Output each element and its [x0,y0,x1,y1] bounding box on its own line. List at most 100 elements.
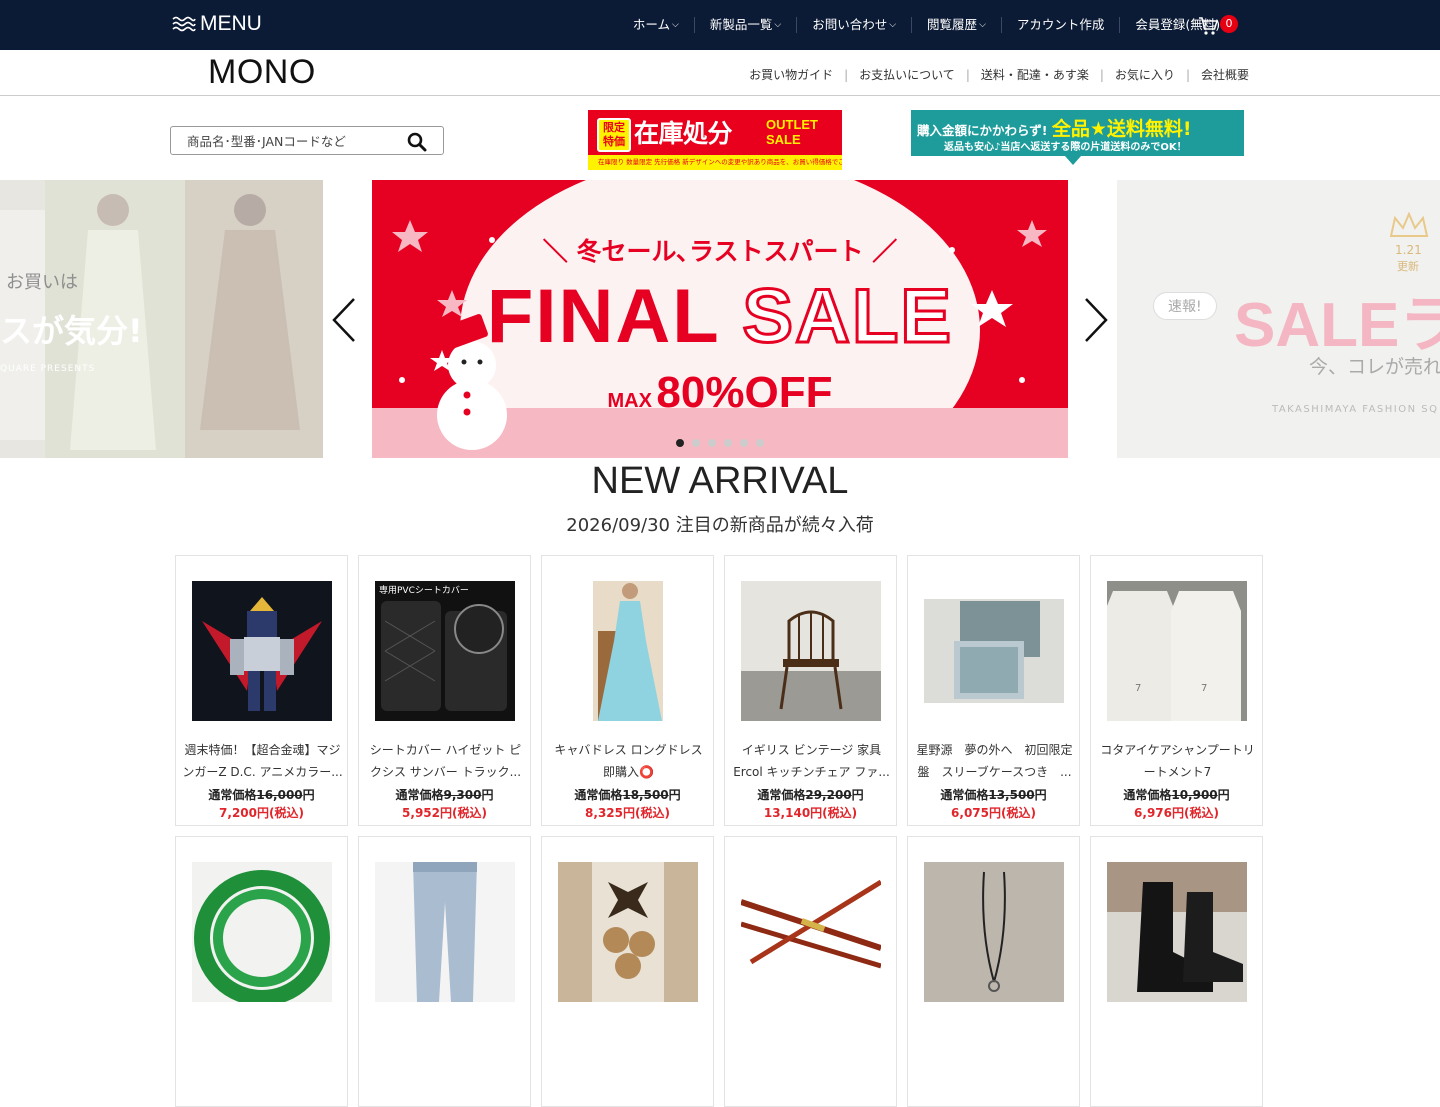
crown-icon [1389,211,1429,242]
product-image-boots[interactable] [1107,862,1247,1002]
product-card[interactable]: 星野源 夢の外へ 初回限定盤 スリーブケースつき ... 通常価格13,500円… [907,555,1080,826]
product-name[interactable]: イギリス ビンテージ 家具 Ercol キッチンチェア ファ... [731,739,892,783]
outlet-strip-text: 在庫限り 数量限定 先行価格 新デザインへの変更や訳あり商品を、お買い得価格でご… [588,155,842,170]
section-subtitle: 2026/09/30 注目の新商品が続々入荷 [566,515,874,536]
product-image-seatcover[interactable]: 専用PVCシートカバー [375,581,515,721]
regular-price: 通常価格18,500円 [542,786,713,803]
regular-price-label: 通常価格 [574,788,623,802]
regular-price-value: 16,000 [256,788,303,802]
free-shipping-sub: 返品も安心♪当店へ返送する際の片道送料のみでOK！ [944,142,1187,153]
sale-price: 7,200円(税込) [219,806,304,820]
product-image-shampoo[interactable]: 77 [1107,581,1247,721]
chevron-down-icon: ⌵ [774,20,782,30]
top-navbar: MENU ホーム ⌵ 新製品一覧 ⌵ お問い合わせ ⌵ 閲覧履歴 ⌵ アカウント作成 会… [0,0,1440,50]
outlet-sale-banner[interactable]: 限定特価 在庫処分 OUTLET SALE 在庫限り 数量限定 先行価格 新デザイ… [588,110,842,170]
product-image-fishing-rod[interactable] [741,862,881,1002]
product-image-robot[interactable] [192,581,332,721]
product-card[interactable]: キャバドレス ロングドレス 即購入⭕ 通常価格18,500円 8,325円(税込… [541,555,714,826]
product-name[interactable]: シートカバー ハイゼット ピクシス サンバー トラック... [365,739,526,783]
regular-price: 通常価格13,500円 [908,786,1079,803]
sale-price: 6,075円(税込) [951,806,1036,820]
product-card[interactable] [358,836,531,1107]
site-logo[interactable]: MONO [208,53,316,92]
menu-button[interactable]: MENU [172,12,262,36]
price-unit: 円 [302,788,315,802]
outlet-headline: 在庫処分 [634,119,733,148]
product-card[interactable] [175,836,348,1107]
carousel-dot[interactable] [692,439,700,447]
slide-final: FINAL [486,274,720,359]
link-shipping[interactable]: 送料・配達・あす楽 [970,66,1100,83]
carousel-dot[interactable] [708,439,716,447]
link-favorites[interactable]: お気に入り [1104,66,1186,83]
product-image-cd[interactable] [924,581,1064,721]
carousel-dot[interactable] [756,439,764,447]
carousel-dots [676,439,764,447]
nav-home[interactable]: ホーム ⌵ [618,17,695,33]
product-card[interactable]: 週末特価！【超合金魂】マジンガーZ D.C. アニメカラー... 通常価格16,… [175,555,348,826]
slide-next-brand: TAKASHIMAYA FASHION SQ [1272,404,1439,415]
product-image-dress[interactable] [558,581,698,721]
product-card[interactable] [907,836,1080,1107]
nav-contact[interactable]: お問い合わせ ⌵ [797,17,913,33]
sub-nav: お買い物ガイド | お支払いについて | 送料・配達・あす楽 | お気に入り | 会社概… [738,66,1260,83]
carousel-next-arrow[interactable] [1082,296,1110,344]
product-name[interactable]: コタアイケアシャンプートリートメント7 [1097,739,1258,783]
free-shipping-headline: 購入金額にかかわらず! 全品★送料無料! [917,114,1192,141]
outlet-label: OUTLET [766,117,818,132]
product-image-jeans[interactable] [375,862,515,1002]
nav-history[interactable]: 閲覧履歴 ⌵ [912,17,1002,33]
product-card[interactable] [541,836,714,1107]
sale-price: 13,140円(税込) [763,806,858,820]
top-nav-menu: ホーム ⌵ 新製品一覧 ⌵ お問い合わせ ⌵ 閲覧履歴 ⌵ アカウント作成 会員登録(無… [618,0,1244,50]
slide-next-sub: 今、コレが売れて [1309,356,1440,378]
regular-price-label: 通常価格 [757,788,806,802]
price-unit: 円 [481,788,494,802]
product-card[interactable]: イギリス ビンテージ 家具 Ercol キッチンチェア ファ... 通常価格29… [724,555,897,826]
cart-button[interactable]: 0 [1198,14,1240,38]
carousel-slide-next[interactable]: 1.21 更新 速報! SALEラ 今、コレが売れて TAKASHIMAYA F… [1117,180,1440,458]
product-image-green-wire[interactable] [192,862,332,1002]
slide-prev-text-3: QUARE PRESENTS [0,364,96,374]
chevron-down-icon: ⌵ [979,20,986,30]
search-box [170,126,444,155]
link-company[interactable]: 会社概要 [1190,66,1260,83]
link-payment[interactable]: お支払いについて [848,66,966,83]
product-image-necklace[interactable] [924,862,1064,1002]
nav-create-account-label: アカウント作成 [1016,17,1105,32]
regular-price-value: 10,900 [1171,788,1218,802]
carousel-slide-active[interactable]: ＼ 冬セール､ラストスパート ／ FINAL SALE MAX 80%OFF [372,180,1068,458]
product-name[interactable]: 週末特価！【超合金魂】マジンガーZ D.C. アニメカラー... [182,739,343,783]
regular-price: 通常価格10,900円 [1091,786,1262,803]
product-card[interactable]: 77 コタアイケアシャンプートリートメント7 通常価格10,900円 6,976… [1090,555,1263,826]
carousel-dot[interactable] [740,439,748,447]
product-name[interactable]: キャバドレス ロングドレス 即購入⭕ [548,739,709,783]
slide-next-updated: 更新 [1397,260,1419,273]
product-card[interactable] [724,836,897,1107]
free-shipping-banner[interactable]: 購入金額にかかわらず! 全品★送料無料! 返品も安心♪当店へ返送する際の片道送料… [911,110,1244,165]
nav-create-account[interactable]: アカウント作成 [1002,17,1121,33]
regular-price: 通常価格9,300円 [359,786,530,803]
free-shipping-highlight: 全品★送料無料! [1051,118,1192,140]
product-card[interactable]: 専用PVCシートカバー シートカバー ハイゼット ピクシス サンバー トラック.… [358,555,531,826]
regular-price-label: 通常価格 [940,788,989,802]
product-name[interactable]: 星野源 夢の外へ 初回限定盤 スリーブケースつき ... [914,739,1075,783]
svg-text:専用PVCシートカバー: 専用PVCシートカバー [379,584,469,596]
carousel-prev-arrow[interactable] [330,296,358,344]
search-input[interactable] [187,132,407,150]
carousel-slide-prev[interactable]: お買いは スが気分! QUARE PRESENTS [0,180,323,458]
nav-new-products[interactable]: 新製品一覧 ⌵ [695,17,798,33]
product-image-chair[interactable] [741,581,881,721]
slide-next-badge: 速報! [1153,292,1217,320]
search-icon[interactable] [407,132,427,152]
product-card[interactable] [1090,836,1263,1107]
carousel-dot[interactable] [676,439,684,447]
regular-price-label: 通常価格 [1123,788,1172,802]
product-image-cookies[interactable] [558,862,698,1002]
carousel-dot[interactable] [724,439,732,447]
slide-prev-text-2: スが気分! [0,312,143,350]
nav-contact-label: お問い合わせ [812,17,888,32]
link-shopping-guide[interactable]: お買い物ガイド [738,66,844,83]
svg-text:7: 7 [1135,683,1141,694]
regular-price: 通常価格16,000円 [176,786,347,803]
